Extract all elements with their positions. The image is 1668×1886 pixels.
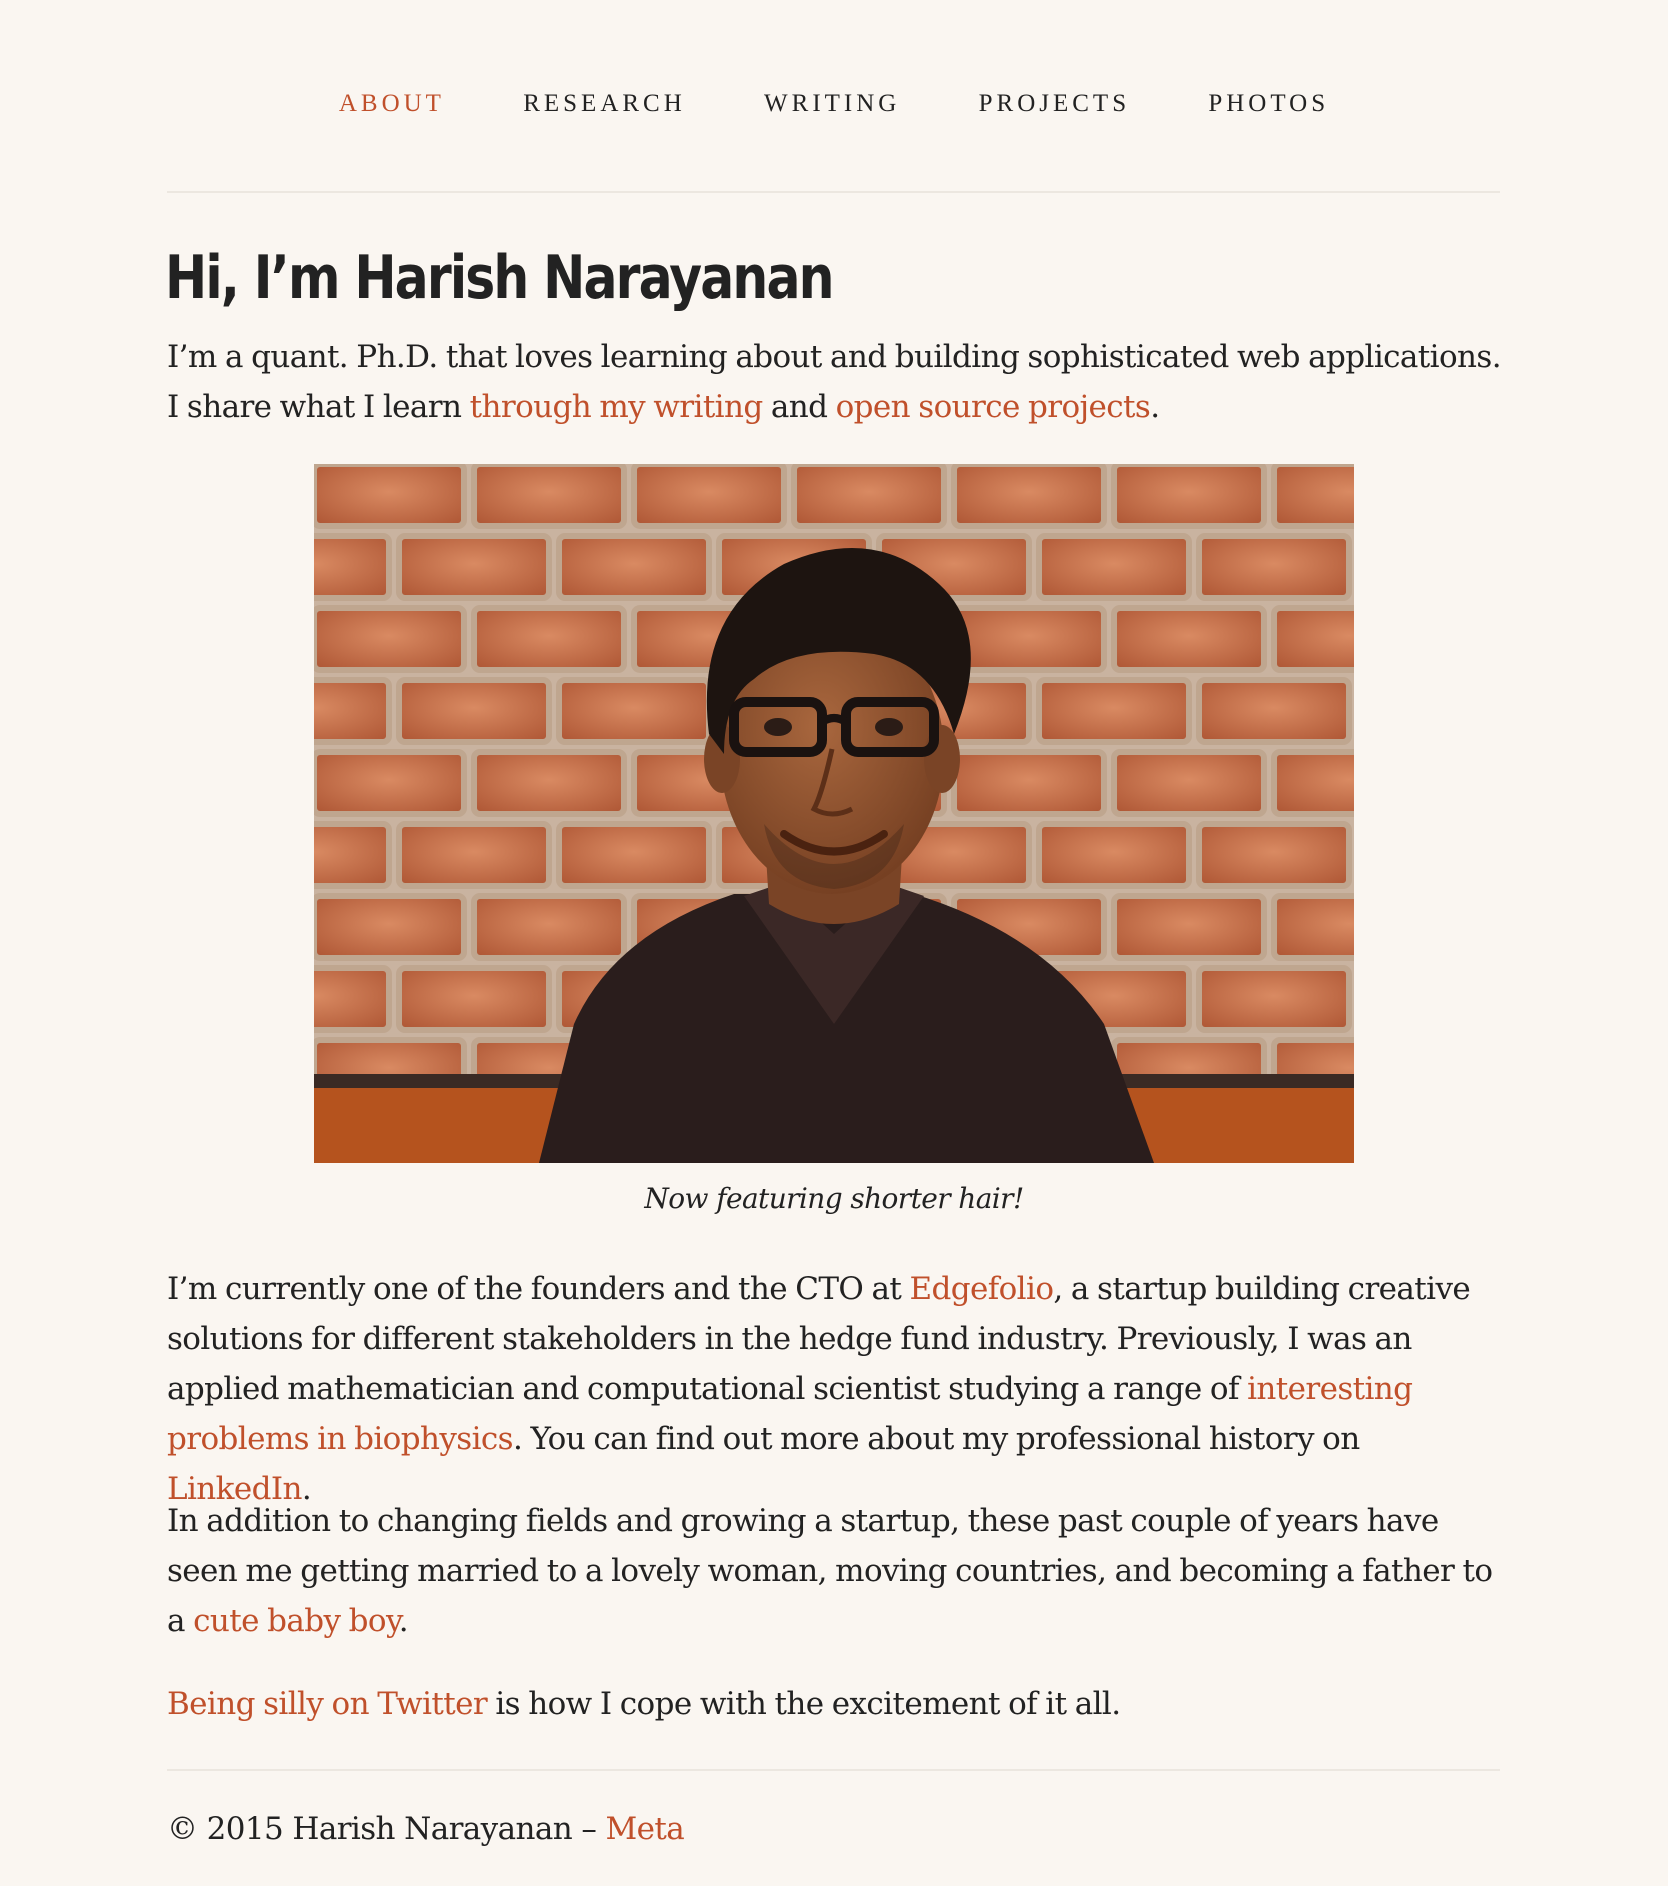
brick [314, 533, 392, 601]
brick [396, 821, 552, 889]
work-paragraph: I’m currently one of the founders and th… [167, 1264, 1507, 1514]
brick [396, 677, 552, 745]
profile-photo [314, 464, 1354, 1163]
brick [314, 965, 392, 1033]
nav-item-writing[interactable]: Writing [764, 84, 900, 124]
brick [1271, 464, 1354, 529]
nav-item-about[interactable]: About [339, 84, 445, 124]
brick [1036, 821, 1192, 889]
profile-photo-illustration [314, 464, 1354, 1163]
photo-caption: Now featuring shorter hair! [644, 1182, 1024, 1215]
brick [951, 749, 1107, 817]
brick [314, 821, 392, 889]
brick [471, 893, 627, 961]
main-nav: About Research Writing Projects Photos [0, 84, 1668, 124]
brick [471, 464, 627, 529]
footer-divider [167, 1769, 1500, 1771]
brick [314, 464, 467, 529]
nav-item-projects[interactable]: Projects [979, 84, 1130, 124]
brick [471, 605, 627, 673]
brick [1271, 605, 1354, 673]
twitter-link[interactable]: Being silly on Twitter [167, 1686, 488, 1722]
brick [631, 464, 787, 529]
brick [314, 749, 467, 817]
writing-link[interactable]: through my writing [470, 389, 764, 425]
open-source-projects-link[interactable]: open source projects [836, 389, 1151, 425]
brick [951, 605, 1107, 673]
brick [556, 533, 712, 601]
brick [1271, 893, 1354, 961]
work-text: I’m currently one of the founders and th… [167, 1271, 910, 1307]
page-title: Hi, I’m Harish Narayanan [165, 243, 835, 313]
brick [314, 605, 467, 673]
brick [1111, 749, 1267, 817]
header-divider [167, 191, 1500, 193]
brick [951, 464, 1107, 529]
life-paragraph: In addition to changing fields and growi… [167, 1496, 1507, 1646]
brick [1036, 533, 1192, 601]
footer: © 2015 Harish Narayanan – Meta [167, 1804, 685, 1854]
brick [1271, 749, 1354, 817]
brick [396, 965, 552, 1033]
intro-text: . [1150, 389, 1160, 425]
brick [1111, 893, 1267, 961]
life-text: . [398, 1603, 409, 1639]
brick [1111, 464, 1267, 529]
intro-text: and [762, 389, 836, 425]
brick [556, 821, 712, 889]
brick [1196, 677, 1352, 745]
nav-item-research[interactable]: Research [523, 84, 686, 124]
meta-link[interactable]: Meta [606, 1811, 685, 1847]
brick [1196, 821, 1352, 889]
brick [1036, 677, 1192, 745]
twitter-text: is how I cope with the excitement of it … [487, 1686, 1121, 1722]
nav-item-photos[interactable]: Photos [1208, 84, 1329, 124]
copyright-text: © 2015 Harish Narayanan – [167, 1811, 606, 1847]
brick [396, 533, 552, 601]
page: About Research Writing Projects Photos H… [0, 0, 1668, 1886]
brick [1196, 533, 1352, 601]
work-text: . You can find out more about my profess… [512, 1421, 1360, 1457]
brick [471, 749, 627, 817]
brick [556, 677, 712, 745]
baby-boy-link[interactable]: cute baby boy [193, 1603, 399, 1639]
brick [1111, 605, 1267, 673]
edgefolio-link[interactable]: Edgefolio [909, 1271, 1054, 1307]
brick [314, 677, 392, 745]
brick [314, 893, 467, 961]
brick [791, 464, 947, 529]
brick [1196, 965, 1352, 1033]
intro-paragraph: I’m a quant. Ph.D. that loves learning a… [167, 332, 1507, 432]
twitter-paragraph: Being silly on Twitter is how I cope wit… [167, 1679, 1507, 1729]
